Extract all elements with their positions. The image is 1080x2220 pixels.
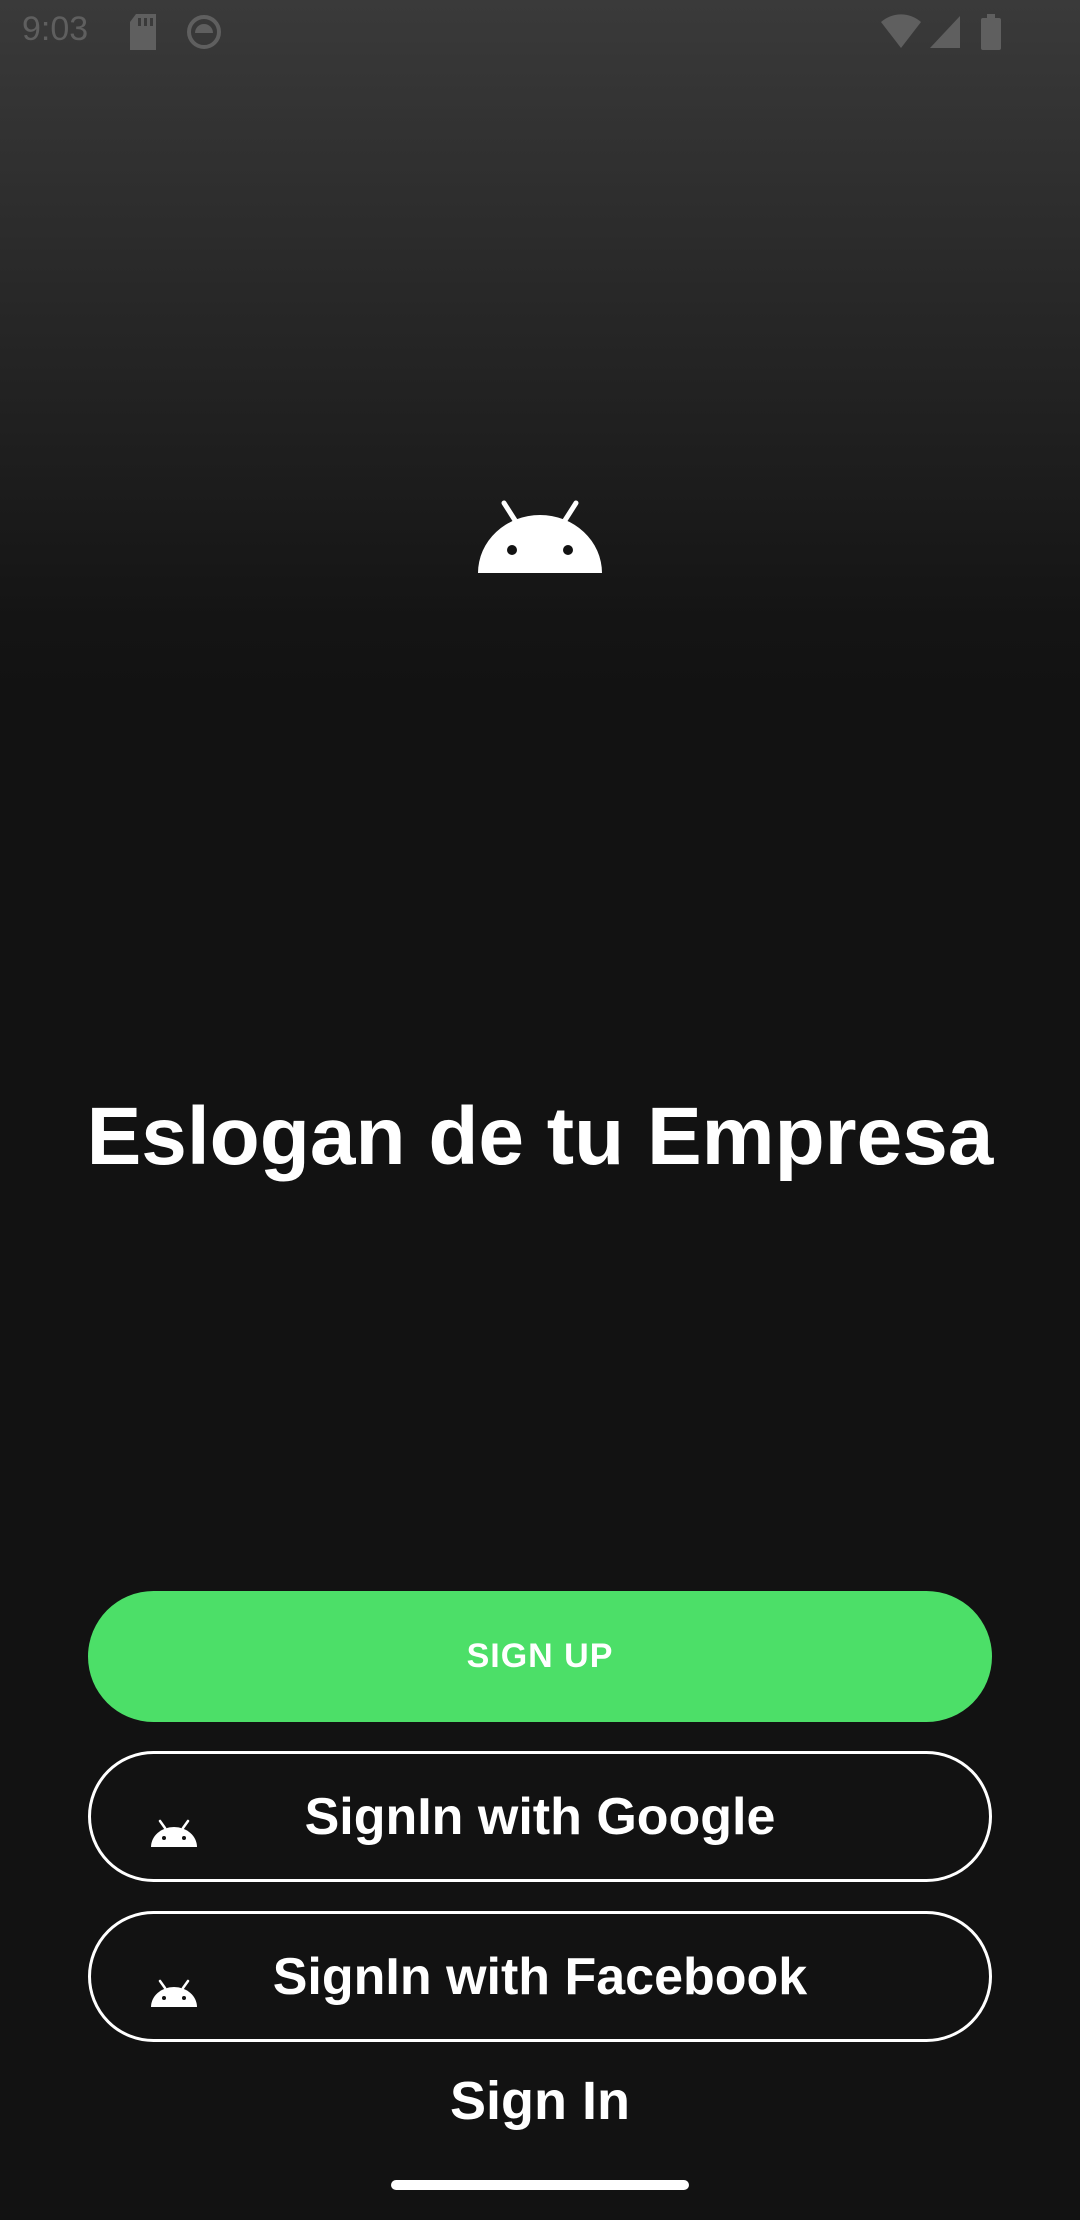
signin-facebook-label: SignIn with Facebook bbox=[272, 1947, 808, 2006]
slogan-heading: Eslogan de tu Empresa bbox=[86, 1091, 994, 1182]
status-time: 9:03 bbox=[22, 10, 89, 48]
app-notification-icon bbox=[186, 14, 222, 55]
battery-icon bbox=[980, 14, 1002, 55]
signal-icon bbox=[928, 14, 962, 55]
signin-google-button[interactable]: SignIn with Google bbox=[88, 1751, 992, 1882]
wifi-icon bbox=[880, 14, 922, 55]
android-icon bbox=[149, 1802, 199, 1847]
android-icon bbox=[149, 1962, 199, 2007]
sign-up-label: SIGN UP bbox=[466, 1637, 614, 1675]
sign-in-link[interactable]: Sign In bbox=[0, 2070, 1080, 2132]
login-screen: 9:03 Eslogan de tu Empresa SIGN UP SignI… bbox=[0, 0, 1080, 2220]
home-indicator[interactable] bbox=[391, 2180, 689, 2190]
android-logo-icon bbox=[470, 495, 610, 595]
signin-facebook-button[interactable]: SignIn with Facebook bbox=[88, 1911, 992, 2042]
sign-up-button[interactable]: SIGN UP bbox=[88, 1591, 992, 1722]
sd-card-icon bbox=[128, 14, 158, 55]
signin-google-label: SignIn with Google bbox=[304, 1787, 776, 1846]
status-bar: 9:03 bbox=[0, 0, 1080, 66]
